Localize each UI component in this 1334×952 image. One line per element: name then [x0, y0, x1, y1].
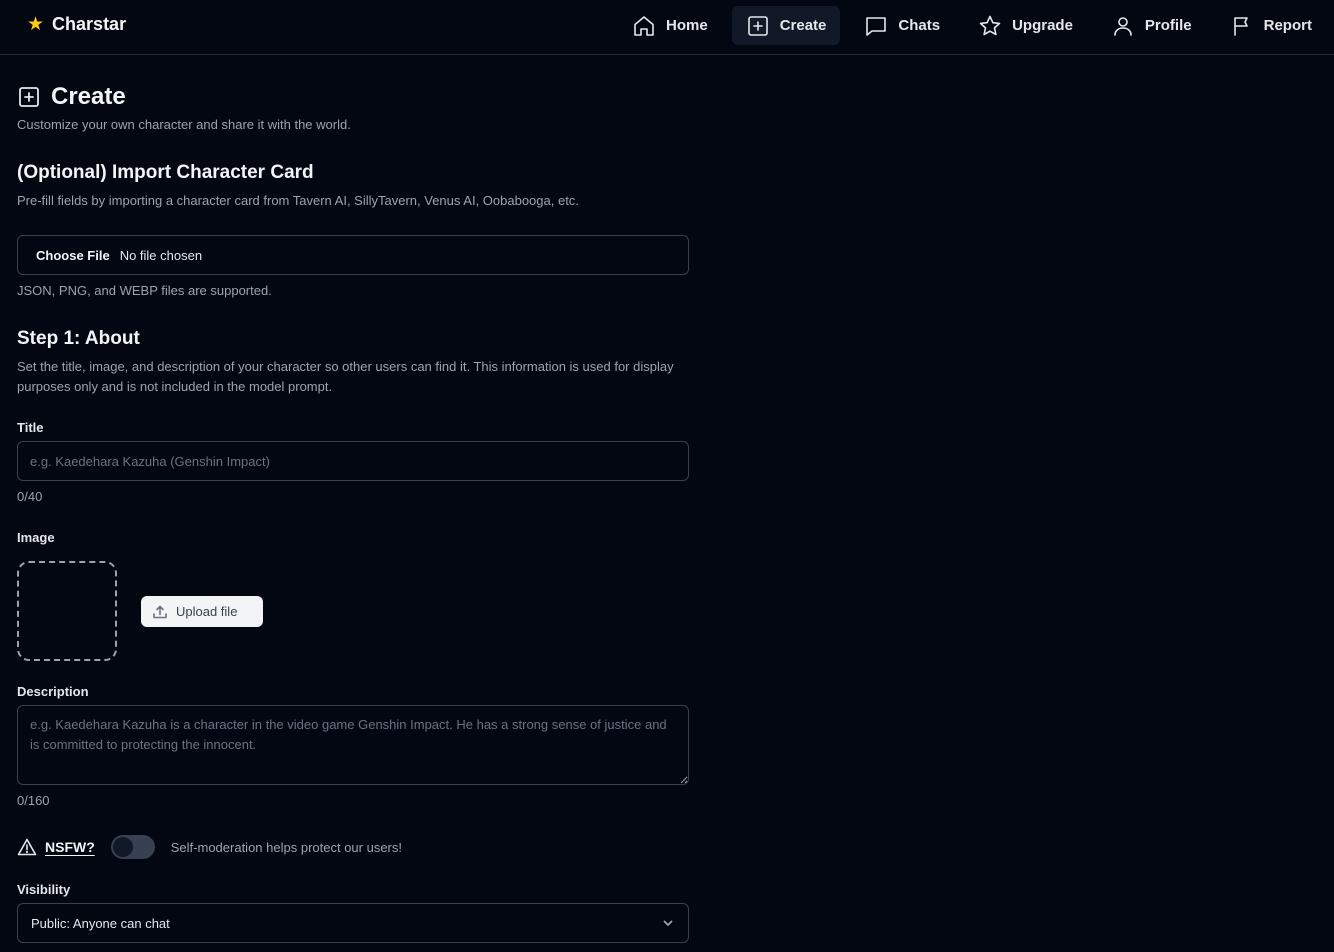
- image-label: Image: [17, 530, 55, 545]
- description-textarea[interactable]: [17, 705, 689, 785]
- visibility-value: Public: Anyone can chat: [31, 915, 170, 931]
- plus-square-icon: [747, 15, 768, 36]
- nav-profile[interactable]: Profile: [1097, 6, 1206, 45]
- nav-report[interactable]: Report: [1216, 6, 1326, 45]
- nav-chats[interactable]: Chats: [850, 6, 954, 45]
- nav-create[interactable]: Create: [731, 6, 841, 45]
- file-status: No file chosen: [119, 247, 203, 263]
- nsfw-info-link[interactable]: NSFW?: [45, 839, 95, 855]
- nav-upgrade-label: Upgrade: [1012, 17, 1073, 34]
- brand-logo[interactable]: ★ Charstar: [27, 14, 126, 35]
- image-dropzone[interactable]: [17, 561, 117, 661]
- nav-home[interactable]: Home: [618, 6, 722, 45]
- description-char-count: 0/160: [17, 793, 50, 808]
- nav-chats-label: Chats: [898, 17, 941, 34]
- chevron-down-icon: [663, 920, 673, 926]
- home-icon: [634, 15, 654, 36]
- chat-bubble-icon: [866, 16, 887, 36]
- nsfw-toggle-knob: [112, 837, 133, 857]
- nav-create-label: Create: [779, 17, 827, 34]
- page-title-text: Create: [51, 83, 126, 110]
- import-heading: (Optional) Import Character Card: [17, 162, 314, 183]
- user-icon: [1114, 16, 1132, 36]
- nsfw-hint: Self-moderation helps protect our users!: [170, 839, 402, 855]
- star-icon: [979, 15, 1001, 35]
- main-nav: Home Create Chats Upgrade Profile Report: [618, 6, 1334, 45]
- upload-file-label: Upload file: [176, 604, 238, 619]
- upload-file-button[interactable]: Upload file: [141, 596, 263, 627]
- nsfw-toggle[interactable]: [110, 835, 155, 859]
- flag-icon: [1233, 16, 1248, 36]
- plus-square-icon: [19, 87, 39, 107]
- page-subtitle: Customize your own character and share i…: [17, 117, 351, 132]
- visibility-label: Visibility: [17, 882, 71, 897]
- choose-file-button[interactable]: Choose File: [36, 248, 110, 263]
- nav-upgrade[interactable]: Upgrade: [964, 6, 1087, 45]
- character-card-file-input[interactable]: Choose File No file chosen: [17, 235, 689, 275]
- page-title: Create: [17, 83, 126, 111]
- nav-profile-label: Profile: [1144, 17, 1192, 34]
- title-label: Title: [17, 420, 44, 435]
- upload-icon: [153, 605, 167, 618]
- warning-icon: [17, 837, 37, 857]
- brand-name: Charstar: [52, 14, 127, 34]
- import-hint: JSON, PNG, and WEBP files are supported.: [17, 283, 272, 298]
- title-char-count: 0/40: [17, 489, 43, 504]
- step1-heading: Step 1: About: [17, 328, 140, 349]
- nsfw-row: NSFW? Self-moderation helps protect our …: [17, 833, 402, 861]
- description-label: Description: [17, 684, 89, 699]
- visibility-select[interactable]: Public: Anyone can chat: [17, 903, 689, 943]
- top-navigation-bar: ★ Charstar Home Create Chats Upgrade Pro…: [0, 0, 1334, 55]
- star-logo-icon: ★: [27, 14, 45, 35]
- nav-report-label: Report: [1263, 17, 1312, 34]
- nav-home-label: Home: [666, 17, 708, 34]
- title-input[interactable]: [17, 441, 689, 481]
- import-description: Pre-fill fields by importing a character…: [17, 193, 579, 208]
- step1-description: Set the title, image, and description of…: [17, 359, 674, 394]
